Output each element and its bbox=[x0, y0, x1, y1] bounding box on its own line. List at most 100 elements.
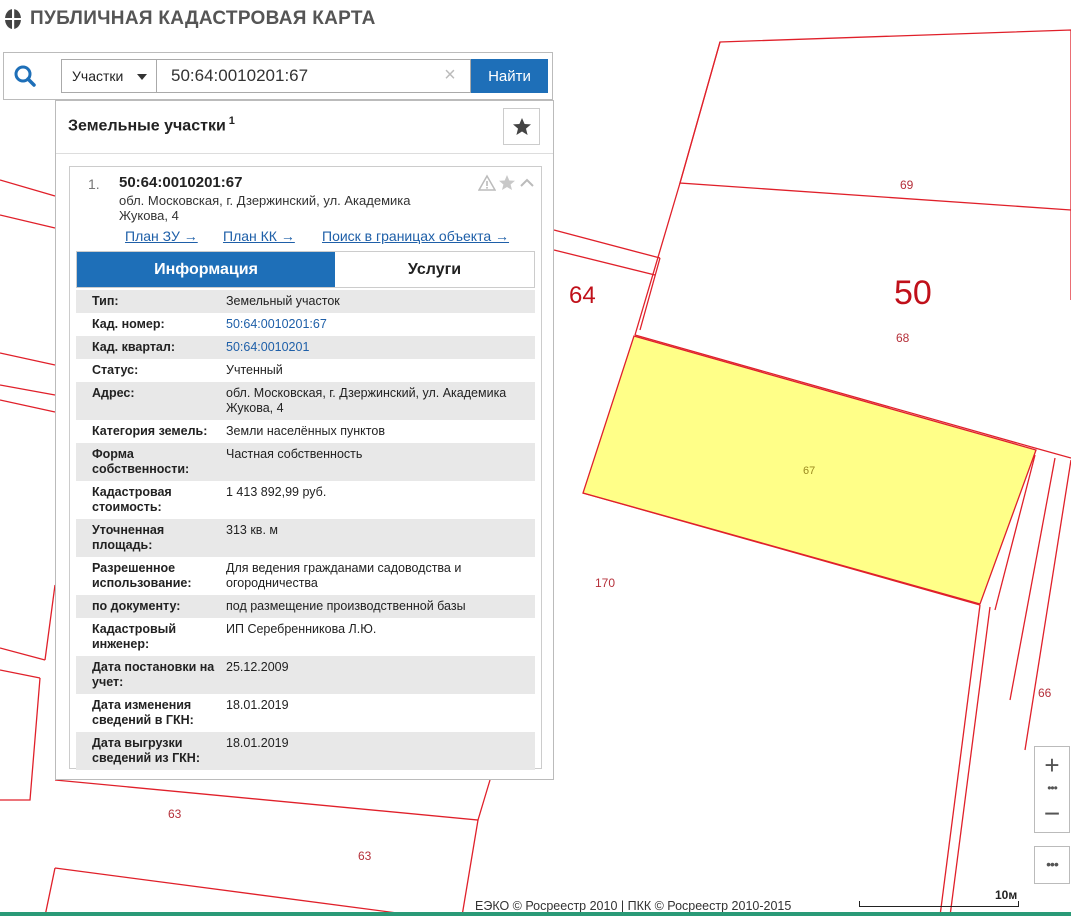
property-label: Кадастровая стоимость: bbox=[92, 485, 172, 514]
property-value: Частная собственность bbox=[226, 447, 363, 461]
attribution: ЕЭКО © Росреестр 2010 | ПКК © Росреестр … bbox=[475, 899, 792, 913]
parcel-boundary bbox=[679, 41, 721, 184]
search-type-select[interactable]: Участки bbox=[61, 59, 157, 93]
card-actions bbox=[477, 174, 536, 192]
result-cad-number[interactable]: 50:64:0010201:67 bbox=[119, 174, 242, 191]
property-value-link[interactable]: 50:64:0010201 bbox=[226, 340, 531, 355]
scale-label: 10м bbox=[995, 888, 1018, 902]
property-label: Адрес: bbox=[92, 386, 135, 400]
parcel-boundary bbox=[1024, 459, 1071, 751]
map-label-66: 66 bbox=[1038, 686, 1052, 700]
find-button[interactable]: Найти bbox=[471, 59, 548, 93]
plan-zu-link[interactable]: План ЗУ → bbox=[125, 228, 198, 244]
properties-table: Тип: Земельный участок Кад. номер: 50:64:00… bbox=[76, 290, 535, 770]
parcel-boundary bbox=[54, 867, 421, 916]
property-row: Категория земель: Земли населённых пункто… bbox=[76, 420, 535, 443]
parcel-boundary bbox=[54, 779, 491, 821]
parcel-boundary bbox=[639, 257, 661, 331]
property-label: Разрешенное использование: bbox=[92, 561, 192, 590]
property-row: Кадастровая стоимость: 1 413 892,99 руб. bbox=[76, 481, 535, 519]
scale-bar: 10м bbox=[857, 888, 1020, 910]
property-value-link[interactable]: 50:64:0010201:67 bbox=[226, 317, 531, 332]
property-row: Разрешенное использование: Для ведения гр… bbox=[76, 557, 535, 595]
parcel-boundary bbox=[0, 677, 41, 801]
property-value: 1 413 892,99 руб. bbox=[226, 485, 327, 499]
property-row: Статус: Учтенный bbox=[76, 359, 535, 382]
star-icon[interactable] bbox=[498, 174, 516, 192]
result-tabs: Информация Услуги bbox=[76, 251, 535, 288]
property-row: Дата выгрузки сведений из ГКН: 18.01.2019 bbox=[76, 732, 535, 770]
property-label: Кад. квартал: bbox=[92, 340, 175, 354]
property-row: Кад. квартал: 50:64:0010201 bbox=[76, 336, 535, 359]
property-value: Земельный участок bbox=[226, 294, 340, 308]
property-label: Кад. номер: bbox=[92, 317, 165, 331]
property-row: Дата постановки на учет: 25.12.2009 bbox=[76, 656, 535, 694]
property-row: Адрес: обл. Московская, г. Дзержинский, у… bbox=[76, 382, 535, 420]
map-label-69: 69 bbox=[900, 178, 914, 192]
zoom-in-button[interactable]: + bbox=[1035, 747, 1069, 783]
parcel-boundary bbox=[0, 214, 56, 229]
chevron-down-icon bbox=[137, 74, 147, 80]
property-value: 313 кв. м bbox=[226, 523, 278, 537]
tab-services[interactable]: Услуги bbox=[335, 252, 534, 287]
tab-info[interactable]: Информация bbox=[77, 252, 335, 287]
parcel-69 bbox=[679, 29, 1071, 211]
zoom-out-button[interactable]: − bbox=[1035, 797, 1069, 833]
property-value: Земли населённых пунктов bbox=[226, 424, 385, 438]
app-title: ПУБЛИЧНАЯ КАДАСТРОВАЯ КАРТА bbox=[30, 8, 376, 29]
property-value: 18.01.2019 bbox=[226, 736, 289, 750]
map-label-68: 68 bbox=[896, 331, 910, 345]
map-label-170: 170 bbox=[595, 576, 615, 590]
warning-icon[interactable] bbox=[477, 174, 497, 192]
star-icon bbox=[513, 118, 531, 135]
property-label: Форма собственности: bbox=[92, 447, 190, 476]
zoom-levels-button[interactable]: ••• bbox=[1035, 782, 1069, 797]
property-value: ИП Серебренникова Л.Ю. bbox=[226, 622, 377, 636]
map-label-64: 64 bbox=[569, 282, 596, 309]
favorites-button[interactable] bbox=[503, 108, 540, 145]
collapse-icon[interactable] bbox=[518, 174, 536, 192]
map-label-63: 63 bbox=[358, 849, 372, 863]
property-label: Статус: bbox=[92, 363, 139, 377]
property-value: Учтенный bbox=[226, 363, 283, 377]
parcel-68-border bbox=[634, 182, 681, 336]
result-address: обл. Московская, г. Дзержинский, ул. Ака… bbox=[119, 193, 411, 223]
property-label: Тип: bbox=[92, 294, 119, 308]
parcel-boundary bbox=[0, 384, 56, 396]
plan-kk-link[interactable]: План КК → bbox=[223, 228, 295, 244]
more-button[interactable]: ••• bbox=[1034, 846, 1070, 884]
scale-line bbox=[859, 901, 1019, 907]
parcel-boundary bbox=[0, 399, 56, 413]
property-label: Кадастровый инженер: bbox=[92, 622, 177, 651]
divider bbox=[56, 153, 553, 154]
property-label: Уточненная площадь: bbox=[92, 523, 165, 552]
map-label-63: 63 bbox=[168, 807, 182, 821]
result-number: 1. bbox=[88, 176, 100, 192]
parcel-boundary bbox=[0, 352, 56, 366]
panel-title: Земельные участки 1 bbox=[68, 115, 235, 135]
search-input[interactable] bbox=[156, 59, 471, 93]
bottom-strip bbox=[0, 912, 1071, 916]
result-card: 1. 50:64:0010201:67 обл. Московская, г. … bbox=[69, 166, 542, 770]
search-bounds-link[interactable]: Поиск в границах объекта → bbox=[322, 228, 509, 244]
property-label: по документу: bbox=[92, 599, 181, 613]
parcel-boundary bbox=[949, 606, 991, 916]
parcel-boundary bbox=[939, 604, 981, 916]
results-count: 1 bbox=[228, 115, 235, 127]
search-bar: Участки × Найти bbox=[3, 52, 553, 100]
map-label-67: 67 bbox=[803, 465, 815, 477]
property-row: по документу: под размещение производстве… bbox=[76, 595, 535, 618]
search-icon[interactable] bbox=[12, 63, 38, 89]
app-logo[interactable]: ПУБЛИЧНАЯ КАДАСТРОВАЯ КАРТА bbox=[4, 8, 376, 30]
results-panel: Земельные участки 1 1. 50:64:0010201:67 о… bbox=[55, 100, 554, 780]
property-value: 25.12.2009 bbox=[226, 660, 289, 674]
property-value: Для ведения гражданами садоводства и ого… bbox=[226, 561, 462, 590]
clear-icon[interactable]: × bbox=[441, 65, 459, 85]
property-label: Дата изменения сведений в ГКН: bbox=[92, 698, 194, 727]
property-row: Уточненная площадь: 313 кв. м bbox=[76, 519, 535, 557]
panel-title-text: Земельные участки bbox=[68, 117, 226, 135]
property-label: Дата постановки на учет: bbox=[92, 660, 215, 689]
property-row: Кадастровый инженер: ИП Серебренникова Л.… bbox=[76, 618, 535, 656]
parcel-boundary bbox=[0, 669, 41, 679]
map-label-50: 50 bbox=[894, 274, 932, 312]
